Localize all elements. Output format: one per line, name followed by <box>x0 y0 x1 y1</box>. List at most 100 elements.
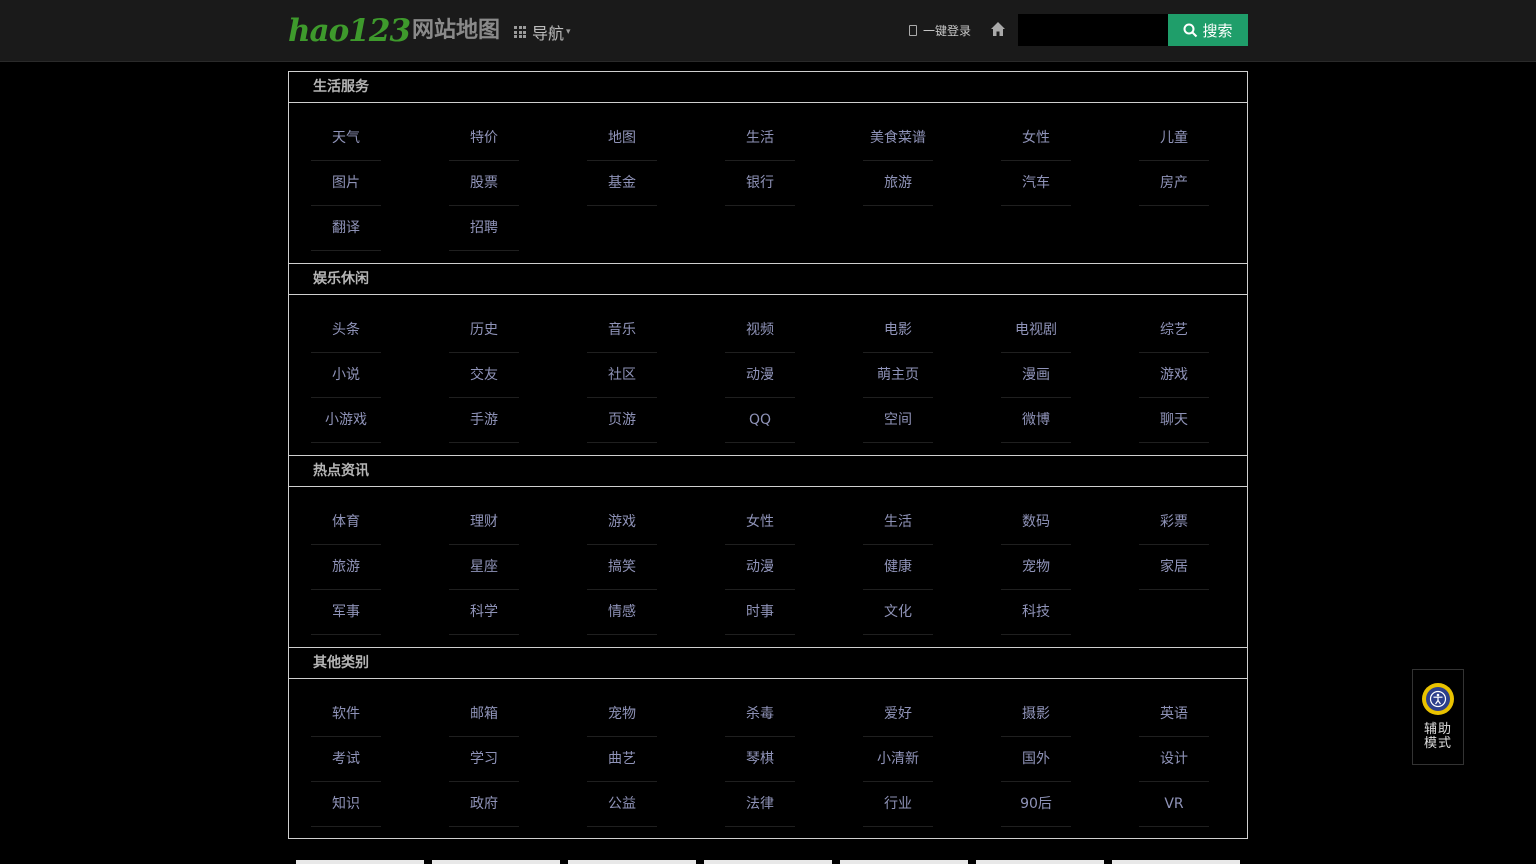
category-link[interactable]: 小说 <box>311 353 381 398</box>
category-link[interactable]: 考试 <box>311 737 381 782</box>
category-link[interactable]: 基金 <box>587 161 657 206</box>
section-title: 热点资讯 <box>289 455 1247 487</box>
site-logo[interactable]: hao123 网站地图 <box>288 12 500 48</box>
category-link[interactable]: QQ <box>725 398 795 443</box>
category-link[interactable]: 星座 <box>449 545 519 590</box>
category-link[interactable]: 国外 <box>1001 737 1071 782</box>
category-link[interactable]: 知识 <box>311 782 381 827</box>
category-link[interactable]: 微博 <box>1001 398 1071 443</box>
category-link[interactable]: 时事 <box>725 590 795 635</box>
category-link[interactable]: 页游 <box>587 398 657 443</box>
category-link[interactable]: 软件 <box>311 692 381 737</box>
section-entertainment: 娱乐休闲 头条 历史 音乐 视频 电影 电视剧 综艺小说 交友 社区 动漫 萌主页 漫画 游戏小游戏 手游… <box>289 263 1247 443</box>
category-link[interactable]: 音乐 <box>587 308 657 353</box>
category-link[interactable]: 琴棋 <box>725 737 795 782</box>
accessibility-icon <box>1422 683 1454 715</box>
category-link[interactable]: 科技 <box>1001 590 1071 635</box>
category-link[interactable]: 理财 <box>449 500 519 545</box>
category-link[interactable]: 天气 <box>311 116 381 161</box>
category-link[interactable]: 股票 <box>449 161 519 206</box>
category-link[interactable]: 招聘 <box>449 206 519 251</box>
category-link[interactable]: 地图 <box>587 116 657 161</box>
category-link[interactable]: 小游戏 <box>311 398 381 443</box>
logo-brand: hao123 <box>288 13 411 49</box>
category-link[interactable]: 视频 <box>725 308 795 353</box>
accessibility-mode-label: 辅助模式 <box>1424 722 1453 751</box>
category-link[interactable]: 政府 <box>449 782 519 827</box>
category-link[interactable]: 杀毒 <box>725 692 795 737</box>
category-link[interactable]: 英语 <box>1139 692 1209 737</box>
category-link[interactable]: 公益 <box>587 782 657 827</box>
category-link[interactable]: 生活 <box>863 500 933 545</box>
category-link[interactable]: 宠物 <box>587 692 657 737</box>
category-link[interactable]: 动漫 <box>725 545 795 590</box>
category-link[interactable]: 法律 <box>725 782 795 827</box>
category-link[interactable]: VR <box>1139 782 1209 827</box>
top-bar: hao123 网站地图 导航 ▾ 一键登录 搜索 <box>0 0 1536 62</box>
category-link[interactable]: 女性 <box>725 500 795 545</box>
category-link[interactable]: 图片 <box>311 161 381 206</box>
category-link[interactable]: 电视剧 <box>1001 308 1071 353</box>
category-link[interactable]: 头条 <box>311 308 381 353</box>
category-link[interactable]: 搞笑 <box>587 545 657 590</box>
category-link[interactable]: 90后 <box>1001 782 1071 827</box>
category-link[interactable]: 游戏 <box>587 500 657 545</box>
section-hot-news: 热点资讯 体育 理财 游戏 女性 生活 数码 彩票旅游 星座 搞笑 动漫 健康 宠物 家居军事 科学 情感 时… <box>289 455 1247 635</box>
category-link[interactable]: 动漫 <box>725 353 795 398</box>
category-link[interactable]: 银行 <box>725 161 795 206</box>
search-button[interactable]: 搜索 <box>1168 14 1248 46</box>
sitemap-container: 生活服务 天气 特价 地图 生活 美食菜谱 女性 儿童 图片 股票 基金 银行 旅游 汽车 房产 翻译 招聘 … <box>288 71 1248 839</box>
nav-menu-button[interactable]: 导航 ▾ <box>514 20 571 44</box>
category-link[interactable]: 学习 <box>449 737 519 782</box>
category-link[interactable]: 特价 <box>449 116 519 161</box>
category-link[interactable]: 设计 <box>1139 737 1209 782</box>
caret-down-icon: ▾ <box>566 27 571 37</box>
category-link[interactable]: 汽车 <box>1001 161 1071 206</box>
category-link[interactable]: 数码 <box>1001 500 1071 545</box>
category-link[interactable]: 漫画 <box>1001 353 1071 398</box>
search-icon <box>1183 23 1198 37</box>
category-link[interactable]: 体育 <box>311 500 381 545</box>
category-link[interactable]: 美食菜谱 <box>863 116 933 161</box>
category-link[interactable]: 宠物 <box>1001 545 1071 590</box>
accessibility-mode-button[interactable]: 辅助模式 <box>1412 669 1464 765</box>
category-link[interactable]: 科学 <box>449 590 519 635</box>
category-link[interactable]: 电影 <box>863 308 933 353</box>
category-link[interactable]: 空间 <box>863 398 933 443</box>
category-link[interactable]: 翻译 <box>311 206 381 251</box>
category-link[interactable]: 行业 <box>863 782 933 827</box>
category-link[interactable]: 摄影 <box>1001 692 1071 737</box>
category-link[interactable]: 家居 <box>1139 545 1209 590</box>
category-link[interactable]: 房产 <box>1139 161 1209 206</box>
category-link[interactable]: 综艺 <box>1139 308 1209 353</box>
category-link[interactable]: 爱好 <box>863 692 933 737</box>
category-link[interactable]: 手游 <box>449 398 519 443</box>
category-link[interactable]: 女性 <box>1001 116 1071 161</box>
one-click-login-link[interactable]: 一键登录 <box>909 21 971 39</box>
category-link[interactable]: 军事 <box>311 590 381 635</box>
section-other-categories: 其他类别 软件 邮箱 宠物 杀毒 爱好 摄影 英语 考试 学习 曲艺 琴棋 小清新 国外 设计 知识 政府 公益… <box>289 647 1247 827</box>
category-link[interactable]: 生活 <box>725 116 795 161</box>
search-input[interactable] <box>1018 14 1168 46</box>
category-link[interactable]: 社区 <box>587 353 657 398</box>
category-link[interactable]: 彩票 <box>1139 500 1209 545</box>
category-link[interactable]: 儿童 <box>1139 116 1209 161</box>
category-link[interactable]: 健康 <box>863 545 933 590</box>
category-link[interactable]: 萌主页 <box>863 353 933 398</box>
category-link[interactable]: 游戏 <box>1139 353 1209 398</box>
bottom-tabs-strip <box>0 860 1536 864</box>
category-link[interactable]: 交友 <box>449 353 519 398</box>
section-title: 娱乐休闲 <box>289 263 1247 295</box>
category-link[interactable]: 旅游 <box>311 545 381 590</box>
category-link[interactable]: 历史 <box>449 308 519 353</box>
category-link[interactable]: 聊天 <box>1139 398 1209 443</box>
logo-suffix: 网站地图 <box>412 18 501 43</box>
category-link[interactable]: 旅游 <box>863 161 933 206</box>
category-link[interactable]: 曲艺 <box>587 737 657 782</box>
category-link[interactable]: 文化 <box>863 590 933 635</box>
category-link[interactable]: 情感 <box>587 590 657 635</box>
search-button-label: 搜索 <box>1202 21 1233 40</box>
category-link[interactable]: 邮箱 <box>449 692 519 737</box>
home-icon[interactable] <box>990 21 1006 37</box>
category-link[interactable]: 小清新 <box>863 737 933 782</box>
